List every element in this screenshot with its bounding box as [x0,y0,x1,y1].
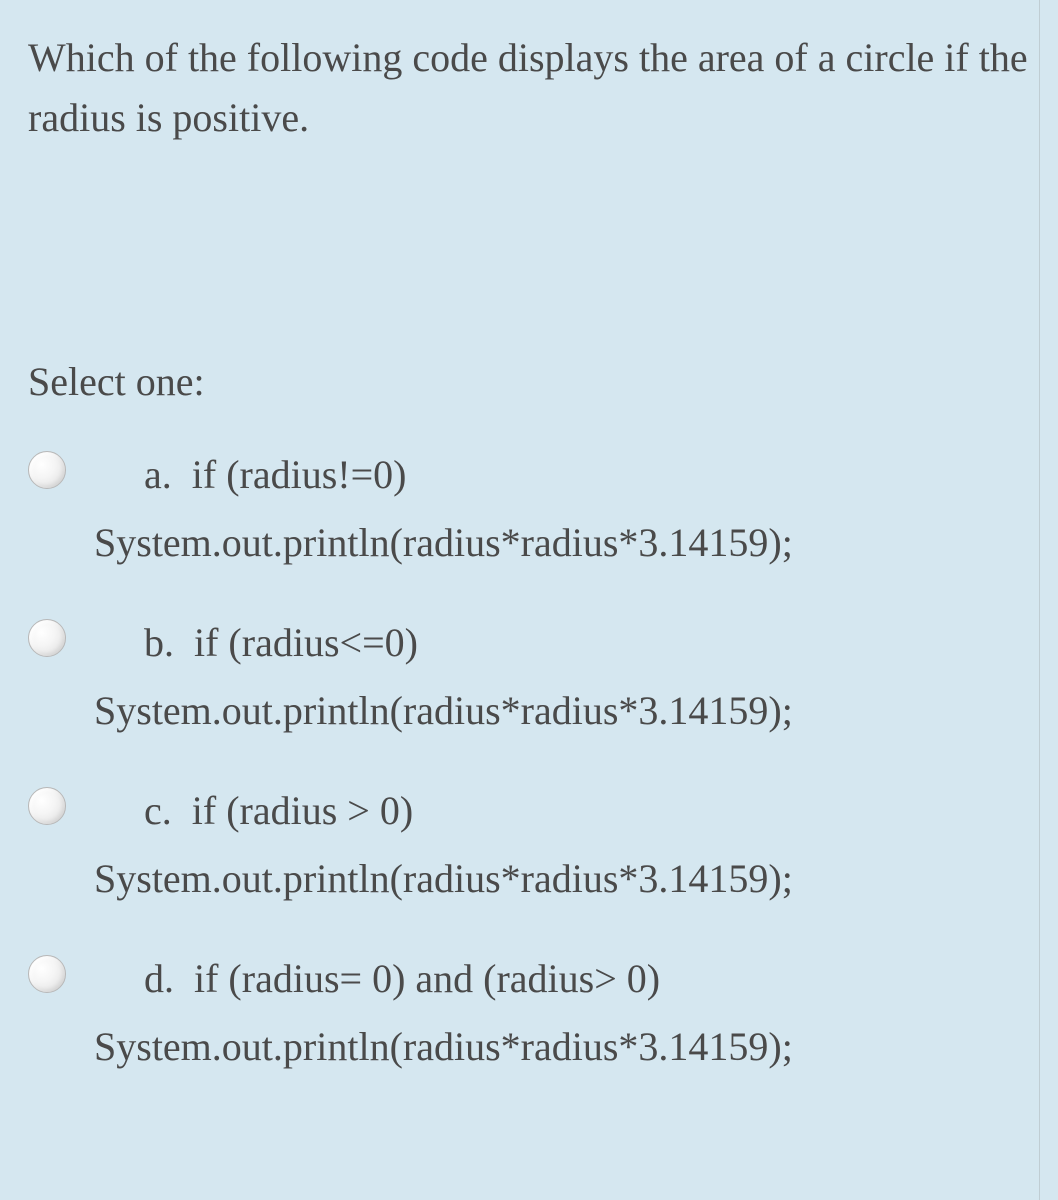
option-d-letter: d. [144,956,174,1001]
option-c-content: c. if (radius > 0) System.out.println(ra… [94,781,1038,909]
option-d: d. if (radius= 0) and (radius> 0) System… [28,949,1038,1077]
select-one-label: Select one: [28,358,1038,405]
option-a-code2: System.out.println(radius*radius*3.14159… [94,513,1038,573]
option-b-line1: b. if (radius<=0) [94,613,1038,673]
radio-b[interactable] [28,619,66,657]
option-c-code2: System.out.println(radius*radius*3.14159… [94,849,1038,909]
option-b-letter: b. [144,620,174,665]
option-c: c. if (radius > 0) System.out.println(ra… [28,781,1038,909]
option-d-code1: if (radius= 0) and (radius> 0) [194,956,660,1001]
option-d-code2: System.out.println(radius*radius*3.14159… [94,1017,1038,1077]
question-text: Which of the following code displays the… [28,28,1038,148]
option-c-letter: c. [144,788,172,833]
option-d-content: d. if (radius= 0) and (radius> 0) System… [94,949,1038,1077]
option-c-line1: c. if (radius > 0) [94,781,1038,841]
radio-d[interactable] [28,955,66,993]
option-a: a. if (radius!=0) System.out.println(rad… [28,445,1038,573]
option-a-line1: a. if (radius!=0) [94,445,1038,505]
radio-a[interactable] [28,451,66,489]
option-b: b. if (radius<=0) System.out.println(rad… [28,613,1038,741]
option-a-letter: a. [144,452,172,497]
option-d-line1: d. if (radius= 0) and (radius> 0) [94,949,1038,1009]
option-b-content: b. if (radius<=0) System.out.println(rad… [94,613,1038,741]
quiz-container: Which of the following code displays the… [0,0,1058,1200]
option-a-code1: if (radius!=0) [192,452,407,497]
right-border [1039,0,1040,1200]
option-b-code1: if (radius<=0) [194,620,418,665]
radio-c[interactable] [28,787,66,825]
option-c-code1: if (radius > 0) [192,788,413,833]
option-a-content: a. if (radius!=0) System.out.println(rad… [94,445,1038,573]
options-list: a. if (radius!=0) System.out.println(rad… [28,445,1038,1077]
option-b-code2: System.out.println(radius*radius*3.14159… [94,681,1038,741]
